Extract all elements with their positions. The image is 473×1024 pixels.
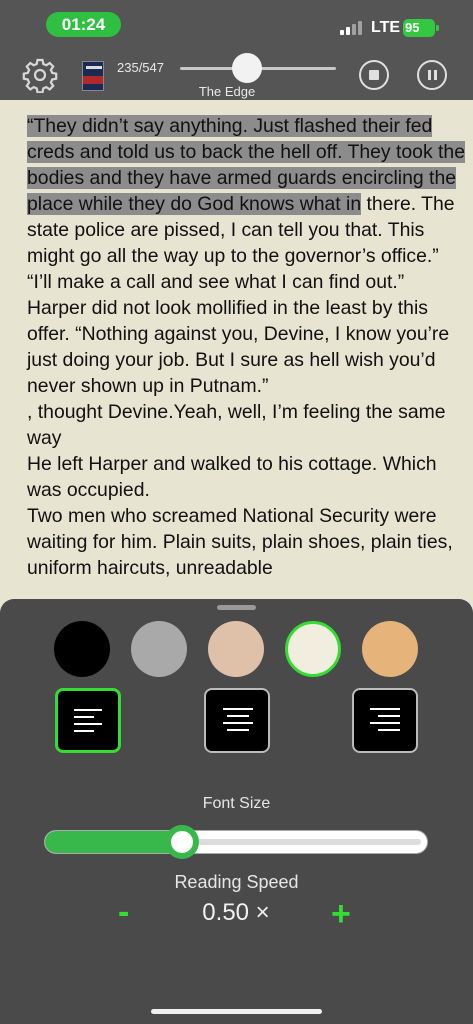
reader-settings-sheet: Font Size Reading Speed - 0.50 × + [0, 599, 473, 1024]
color-swatch-cream[interactable] [285, 621, 341, 677]
font-size-slider-thumb[interactable] [165, 825, 200, 859]
paragraph: He left Harper and walked to his cottage… [27, 453, 437, 501]
font-size-slider-track [193, 839, 421, 845]
pause-button[interactable] [417, 60, 447, 90]
font-size-slider[interactable] [44, 830, 428, 854]
align-center-button[interactable] [204, 688, 270, 753]
speed-increase-button[interactable]: + [331, 897, 351, 931]
align-right-icon [370, 708, 400, 710]
status-time: 01:24 [46, 12, 121, 37]
paragraph: Harper did not look mollified in the lea… [27, 297, 450, 397]
paragraph: “They didn’t say anything. Just flashed … [17, 113, 467, 269]
network-type: LTE [371, 19, 401, 36]
sheet-grabber[interactable] [217, 605, 256, 610]
color-swatch-orange[interactable] [362, 621, 418, 677]
reading-speed-label: Reading Speed [174, 872, 299, 892]
color-swatch-gray[interactable] [131, 621, 187, 677]
color-swatch-black[interactable] [54, 621, 110, 677]
paragraph: , thought Devine.Yeah, well, I’m feeling… [27, 401, 446, 449]
align-left-button[interactable] [55, 688, 121, 753]
font-size-label: Font Size [202, 795, 271, 812]
align-center-icon [223, 708, 253, 710]
paragraph: “I’ll make a call and see what I can fin… [27, 271, 405, 293]
color-swatch-peach[interactable] [208, 621, 264, 677]
settings-gear-icon[interactable] [22, 57, 58, 93]
cellular-signal-icon [340, 21, 364, 35]
stop-button[interactable] [359, 60, 389, 90]
book-title: The Edge [198, 84, 256, 99]
playback-progress-thumb[interactable] [232, 53, 263, 83]
top-bar: 01:24 LTE 95 235/547 The Edge [0, 0, 473, 100]
reading-text: “They didn’t say anything. Just flashed … [17, 113, 467, 600]
font-size-slider-fill [45, 831, 184, 853]
paragraph: Two men who screamed National Security w… [27, 505, 453, 579]
align-right-button[interactable] [352, 688, 418, 753]
page-indicator: 235/547 [117, 60, 164, 75]
reading-speed-value: 0.50 × [202, 899, 270, 926]
battery-level: 95 [405, 20, 420, 35]
align-left-icon [74, 709, 102, 711]
home-indicator[interactable] [151, 1009, 322, 1014]
speed-decrease-button[interactable]: - [118, 895, 129, 929]
book-cover-thumbnail[interactable] [82, 61, 104, 91]
battery-icon: 95 [403, 19, 439, 37]
